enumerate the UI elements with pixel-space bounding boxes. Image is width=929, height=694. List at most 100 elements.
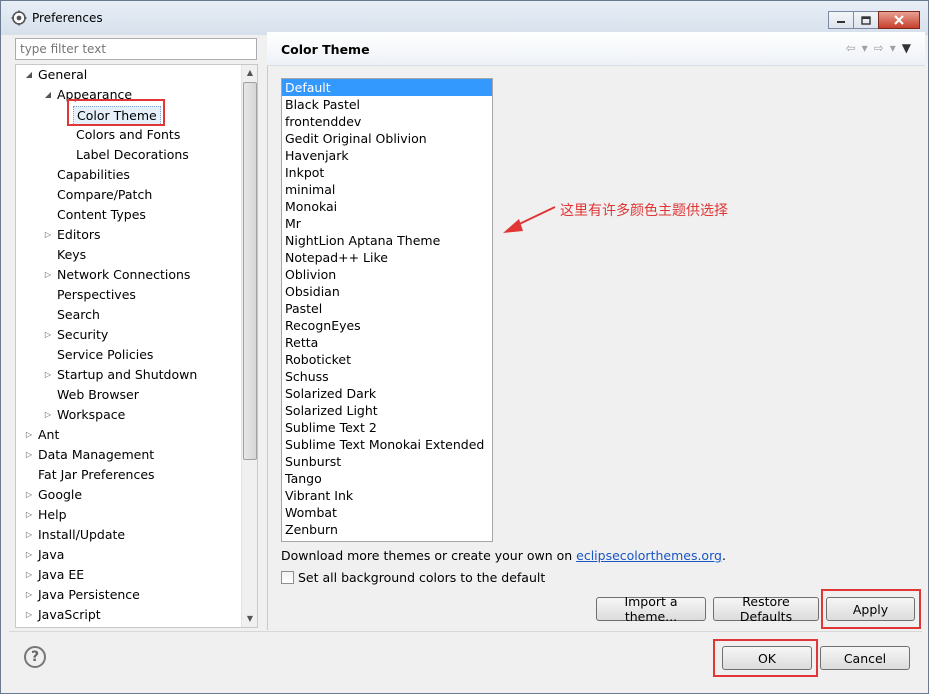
expanded-arrow-icon[interactable]: ◢ bbox=[24, 65, 34, 85]
restore-defaults-button[interactable]: Restore Defaults bbox=[713, 594, 819, 624]
tree-item[interactable]: ▷ Network Connections bbox=[16, 265, 242, 285]
forward-icon[interactable]: ⇨ bbox=[874, 41, 884, 55]
theme-list-item[interactable]: Zenburn bbox=[282, 521, 492, 538]
theme-list-item[interactable]: Monokai bbox=[282, 198, 492, 215]
theme-list-item[interactable]: Sublime Text Monokai Extended bbox=[282, 436, 492, 453]
tree-item-label: JavaScript bbox=[38, 607, 101, 622]
theme-list-item[interactable]: Sunburst bbox=[282, 453, 492, 470]
tree-item[interactable]: Label Decorations bbox=[16, 145, 242, 165]
tree-item[interactable]: ▷ JavaScript bbox=[16, 605, 242, 625]
tree-item[interactable]: ▷ Help bbox=[16, 505, 242, 525]
collapsed-arrow-icon[interactable]: ▷ bbox=[24, 425, 34, 445]
tree-item[interactable]: Perspectives bbox=[16, 285, 242, 305]
theme-list-item[interactable]: NightLion Aptana Theme bbox=[282, 232, 492, 249]
theme-list-item[interactable]: Obsidian bbox=[282, 283, 492, 300]
tree-item[interactable]: ▷ Install/Update bbox=[16, 525, 242, 545]
footer-divider bbox=[9, 631, 922, 632]
tree-item[interactable]: Compare/Patch bbox=[16, 185, 242, 205]
cancel-button[interactable]: Cancel bbox=[820, 646, 910, 670]
scroll-down-icon[interactable]: ▼ bbox=[242, 611, 257, 627]
tree-item-label: Security bbox=[57, 327, 109, 342]
collapsed-arrow-icon[interactable]: ▷ bbox=[43, 225, 53, 245]
theme-list-item[interactable]: Oblivion bbox=[282, 266, 492, 283]
import-theme-button[interactable]: Import a theme... bbox=[596, 594, 706, 624]
help-icon[interactable]: ? bbox=[24, 646, 46, 668]
collapsed-arrow-icon[interactable]: ▷ bbox=[24, 545, 34, 565]
collapsed-arrow-icon[interactable]: ▷ bbox=[24, 505, 34, 525]
tree-item[interactable]: ▷ Editors bbox=[16, 225, 242, 245]
collapsed-arrow-icon[interactable]: ▷ bbox=[24, 585, 34, 605]
tree-item[interactable]: ▷ Ant bbox=[16, 425, 242, 445]
theme-list-item[interactable]: Pastel bbox=[282, 300, 492, 317]
collapsed-arrow-icon[interactable]: ▷ bbox=[43, 265, 53, 285]
theme-list-item[interactable]: minimal bbox=[282, 181, 492, 198]
tree-item[interactable]: Colors and Fonts bbox=[16, 125, 242, 145]
expanded-arrow-icon[interactable]: ◢ bbox=[43, 85, 53, 105]
tree-item[interactable]: ▷ Java Persistence bbox=[16, 585, 242, 605]
theme-list-item[interactable]: Mr bbox=[282, 215, 492, 232]
theme-list[interactable]: Default Black Pastel frontenddev Gedit Orig… bbox=[281, 78, 493, 542]
tree-item[interactable]: ▷ Startup and Shutdown bbox=[16, 365, 242, 385]
tree-item[interactable]: Keys bbox=[16, 245, 242, 265]
tree-item[interactable]: ▷ Workspace bbox=[16, 405, 242, 425]
page-title: Color Theme bbox=[281, 42, 370, 57]
theme-list-item[interactable]: RecognEyes bbox=[282, 317, 492, 334]
back-dropdown-icon[interactable]: ▾ bbox=[862, 41, 868, 55]
page-nav: ⇦ ▾ ⇨ ▾ ▼ bbox=[846, 41, 911, 55]
tree-item[interactable]: Service Policies bbox=[16, 345, 242, 365]
theme-list-item[interactable]: Default bbox=[282, 79, 492, 96]
collapsed-arrow-icon[interactable]: ▷ bbox=[24, 605, 34, 625]
maximize-button[interactable] bbox=[853, 11, 879, 29]
collapsed-arrow-icon[interactable]: ▷ bbox=[24, 445, 34, 465]
scrollbar-thumb[interactable] bbox=[243, 82, 257, 460]
theme-list-item[interactable]: Retta bbox=[282, 334, 492, 351]
tree-item[interactable]: Search bbox=[16, 305, 242, 325]
eclipsecolorthemes-link[interactable]: eclipsecolorthemes.org bbox=[576, 548, 722, 563]
tree-item[interactable]: ▷ Security bbox=[16, 325, 242, 345]
tree-item-label: Editors bbox=[57, 227, 101, 242]
tree-item-label: Startup and Shutdown bbox=[57, 367, 198, 382]
tree-item[interactable]: Web Browser bbox=[16, 385, 242, 405]
collapsed-arrow-icon[interactable]: ▷ bbox=[24, 485, 34, 505]
tree-scrollbar[interactable]: ▲ ▼ bbox=[241, 65, 257, 627]
collapsed-arrow-icon[interactable]: ▷ bbox=[24, 565, 34, 585]
back-icon[interactable]: ⇦ bbox=[846, 41, 856, 55]
close-button[interactable] bbox=[878, 11, 920, 29]
filter-input[interactable] bbox=[15, 38, 257, 60]
tree-item[interactable]: ▷ Java EE bbox=[16, 565, 242, 585]
default-background-option[interactable]: Set all background colors to the default bbox=[281, 570, 545, 585]
collapsed-arrow-icon[interactable]: ▷ bbox=[43, 325, 53, 345]
theme-list-item[interactable]: Roboticket bbox=[282, 351, 492, 368]
highlight-box-apply bbox=[821, 589, 921, 629]
collapsed-arrow-icon[interactable]: ▷ bbox=[24, 525, 34, 545]
theme-list-item[interactable]: Sublime Text 2 bbox=[282, 419, 492, 436]
theme-list-item[interactable]: Vibrant Ink bbox=[282, 487, 492, 504]
theme-list-item[interactable]: Tango bbox=[282, 470, 492, 487]
tree-item[interactable]: ▷ Google bbox=[16, 485, 242, 505]
tree-item[interactable]: Fat Jar Preferences bbox=[16, 465, 242, 485]
tree-item-label: Search bbox=[57, 307, 100, 322]
tree-item[interactable]: Content Types bbox=[16, 205, 242, 225]
collapsed-arrow-icon[interactable]: ▷ bbox=[43, 365, 53, 385]
theme-list-item[interactable]: Solarized Dark bbox=[282, 385, 492, 402]
tree-item[interactable]: ◢ General bbox=[16, 65, 242, 85]
view-menu-icon[interactable]: ▼ bbox=[902, 41, 911, 55]
theme-list-item[interactable]: Gedit Original Oblivion bbox=[282, 130, 492, 147]
theme-list-item[interactable]: Inkpot bbox=[282, 164, 492, 181]
theme-list-item[interactable]: Solarized Light bbox=[282, 402, 492, 419]
collapsed-arrow-icon[interactable]: ▷ bbox=[43, 405, 53, 425]
minimize-button[interactable] bbox=[828, 11, 854, 29]
theme-list-item[interactable]: Wombat bbox=[282, 504, 492, 521]
theme-list-item[interactable]: frontenddev bbox=[282, 113, 492, 130]
tree-item[interactable]: ▷ Java bbox=[16, 545, 242, 565]
tree-item[interactable]: Capabilities bbox=[16, 165, 242, 185]
scroll-up-icon[interactable]: ▲ bbox=[242, 65, 257, 81]
theme-list-item[interactable]: Schuss bbox=[282, 368, 492, 385]
theme-list-item[interactable]: Notepad++ Like bbox=[282, 249, 492, 266]
theme-list-item[interactable]: Black Pastel bbox=[282, 96, 492, 113]
annotation-arrow-icon bbox=[503, 206, 556, 233]
tree-item[interactable]: ▷ Data Management bbox=[16, 445, 242, 465]
theme-list-item[interactable]: Havenjark bbox=[282, 147, 492, 164]
default-background-checkbox[interactable] bbox=[281, 571, 294, 584]
forward-dropdown-icon[interactable]: ▾ bbox=[890, 41, 896, 55]
